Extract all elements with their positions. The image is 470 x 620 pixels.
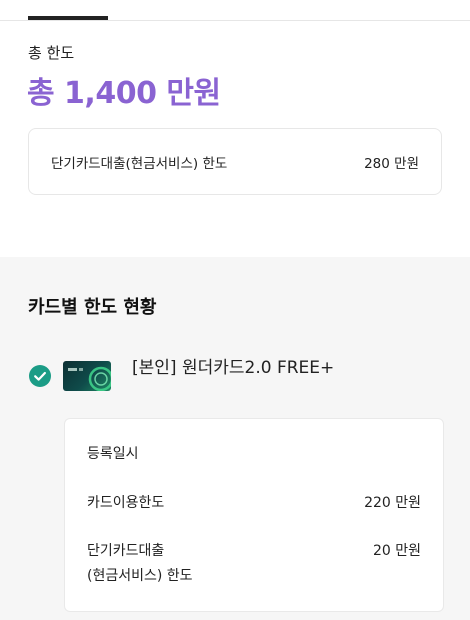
tab-bar — [0, 0, 470, 21]
check-circle-icon[interactable] — [29, 365, 51, 387]
cash-service-limit-card: 단기카드대출(현금서비스) 한도 280 만원 — [28, 128, 442, 195]
registered-date-label: 등록일시 — [87, 446, 139, 462]
card-limits-section: 카드별 한도 현황 [본인] 원더카드2.0 FREE+ 등록일시 카드이용한도… — [0, 257, 470, 620]
active-tab-indicator — [28, 16, 108, 20]
card-usage-limit-value: 220 만원 — [364, 495, 421, 511]
section-title: 카드별 한도 현황 — [28, 297, 157, 318]
card-cash-limit-value: 20 만원 — [372, 543, 421, 559]
card-usage-limit-label: 카드이용한도 — [87, 495, 165, 511]
cash-service-limit-label: 단기카드대출(현금서비스) 한도 — [51, 156, 228, 172]
card-cash-limit-label-line1: 단기카드대출 — [87, 543, 165, 559]
cash-service-limit-value: 280 만원 — [364, 156, 419, 172]
card-name[interactable]: [본인] 원더카드2.0 FREE+ — [132, 353, 334, 378]
card-detail-box: 등록일시 카드이용한도 220 만원 단기카드대출 (현금서비스) 한도 20 … — [64, 418, 444, 612]
card-thumbnail — [63, 361, 111, 391]
total-limit-label: 총 한도 — [28, 44, 75, 62]
total-limit-amount: 총 1,400 만원 — [27, 76, 221, 111]
card-cash-limit-label-line2: (현금서비스) 한도 — [87, 568, 193, 584]
